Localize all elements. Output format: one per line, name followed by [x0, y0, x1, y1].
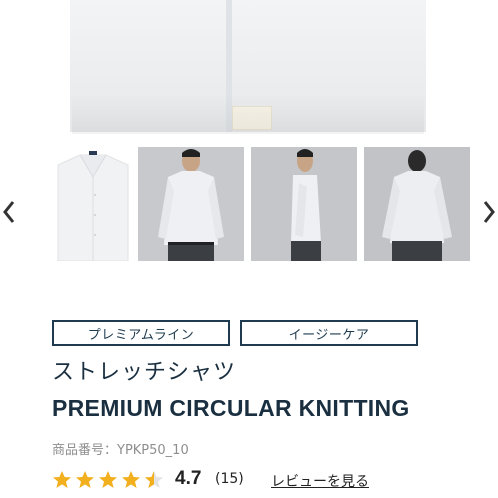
product-number: 商品番号：YPKP50_10 [52, 443, 189, 458]
product-tags: プレミアムライン イージーケア [52, 320, 432, 346]
product-title-en: PREMIUM CIRCULAR KNITTING [52, 395, 410, 421]
review-count: (15) [215, 471, 244, 487]
view-reviews-link[interactable]: レビューを見る [271, 471, 369, 491]
main-product-image [0, 0, 498, 140]
star-half-icon [144, 470, 164, 490]
thumbnail-model-back[interactable] [364, 147, 470, 261]
star-full-icon [52, 470, 72, 490]
carousel-next-button[interactable] [480, 197, 498, 227]
model-front-image [138, 147, 244, 261]
thumbnail-carousel [0, 145, 498, 265]
rating-row: 4.7 (15) レビューを見る [52, 468, 492, 494]
thumbnail-shirt-front[interactable] [40, 147, 146, 261]
model-back-image [364, 147, 470, 261]
shirt-front-image [40, 147, 146, 261]
star-rating [52, 470, 172, 490]
tag-premium-line: プレミアムライン [52, 320, 230, 346]
star-full-icon [75, 470, 95, 490]
model-side-image [251, 147, 357, 261]
star-full-icon [121, 470, 141, 490]
tag-easy-care: イージーケア [240, 320, 418, 346]
chevron-right-icon [483, 201, 495, 223]
thumbnail-model-side[interactable] [251, 147, 357, 261]
image-shadow [72, 94, 424, 134]
chevron-left-icon [3, 201, 15, 223]
thumbnail-model-front[interactable] [138, 147, 244, 261]
product-title-jp: ストレッチシャツ [52, 360, 237, 385]
star-full-icon [98, 470, 118, 490]
carousel-prev-button[interactable] [0, 197, 18, 227]
rating-value: 4.7 [175, 468, 202, 489]
